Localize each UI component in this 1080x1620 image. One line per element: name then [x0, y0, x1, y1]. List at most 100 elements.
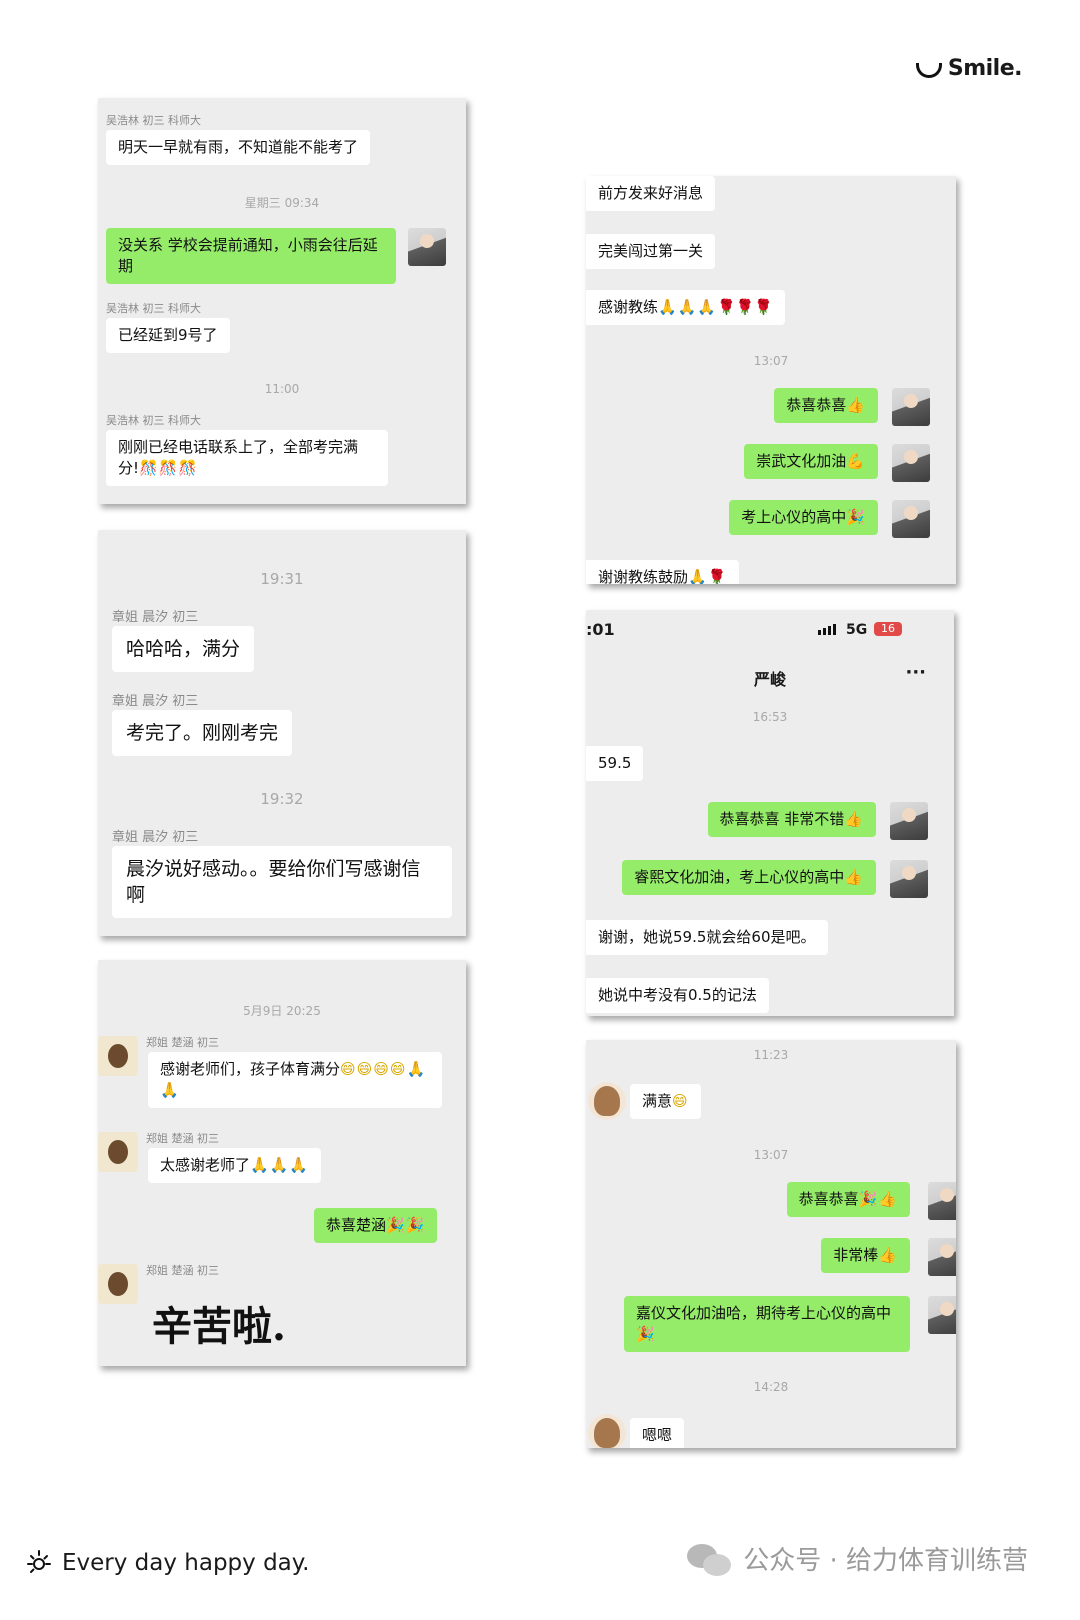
battery-level: 16 — [881, 622, 895, 635]
footer-tagline: Every day happy day. — [24, 1548, 309, 1578]
message-text: 满意 — [642, 1092, 673, 1110]
tagline-text: Every day happy day. — [62, 1550, 310, 1576]
sender-name: 郑姐 楚涵 初三 — [146, 1264, 219, 1277]
avatar — [928, 1182, 956, 1220]
avatar — [890, 802, 928, 840]
smile-emoji-icon: 😄 — [672, 1092, 689, 1110]
message-text: 恭喜恭喜 — [798, 1190, 859, 1208]
timestamp: 13:07 — [753, 354, 789, 368]
sun-icon — [27, 1550, 51, 1573]
timestamp: 14:28 — [753, 1380, 789, 1394]
message-bubble[interactable]: 恭喜恭喜 非常不错👍 — [707, 802, 876, 837]
signal-bars-icon — [818, 624, 836, 635]
timestamp: 星期三 09:34 — [244, 196, 320, 210]
sender-name: 郑姐 楚涵 初三 — [146, 1036, 219, 1049]
avatar — [928, 1296, 956, 1334]
avatar — [408, 228, 446, 266]
timestamp: 5月9日 20:25 — [243, 1004, 321, 1018]
message-text: 太感谢老师了 — [160, 1156, 251, 1174]
message-bubble[interactable]: 刚刚已经电话联系上了，全部考完满分!🎊🎊🎊 — [106, 430, 388, 486]
timestamp: 19:31 — [260, 570, 304, 588]
avatar — [892, 500, 930, 538]
avatar — [98, 1036, 138, 1076]
message-text: 感谢教练 — [598, 298, 659, 316]
message-text: 恭喜楚涵 — [326, 1216, 387, 1234]
message-bubble[interactable]: 59.5 — [586, 746, 644, 781]
message-bubble[interactable]: 考上心仪的高中🎉 — [729, 500, 878, 535]
message-text: 嘉仪文化加油哈，期待考上心仪的高中 — [636, 1304, 892, 1322]
timestamp: 16:53 — [752, 710, 788, 724]
network-label: 5G — [846, 622, 868, 638]
message-bubble[interactable]: 谢谢，她说59.5就会给60是吧。 — [586, 920, 828, 955]
chat-card-4: 前方发来好消息 完美闯过第一关 感谢教练🙏🙏🙏🌹🌹🌹 13:07 恭喜恭喜👍 崇… — [586, 176, 956, 584]
message-bubble[interactable]: 恭喜恭喜👍 — [774, 388, 878, 423]
message-bubble[interactable]: 已经延到9号了 — [106, 318, 230, 353]
sender-name: 章姐 晨汐 初三 — [112, 694, 199, 709]
wechat-icon — [687, 1542, 733, 1576]
thumbs-up-icon: 👍 — [844, 868, 864, 886]
message-bubble[interactable]: 太感谢老师了🙏🙏🙏 — [148, 1148, 322, 1183]
chat-card-5: :01 5G 16 严峻 ··· 16:53 59.5 恭喜恭喜 非常不错👍 睿… — [586, 610, 954, 1016]
timestamp: 11:00 — [264, 382, 300, 396]
battery-icon: 16 — [874, 622, 902, 636]
message-bubble[interactable]: 非常棒👍 — [821, 1238, 910, 1273]
message-text: 恭喜恭喜 非常不错 — [719, 810, 845, 828]
message-bubble[interactable]: 感谢教练🙏🙏🙏🌹🌹🌹 — [586, 290, 786, 325]
sender-name: 吴浩林 初三 科师大 — [106, 414, 201, 427]
pray-emoji-icon: 🙏🙏🙏 — [250, 1156, 310, 1174]
wechat-watermark: 公众号 · 给力体育训练营 — [687, 1540, 1028, 1577]
sender-name: 吴浩林 初三 科师大 — [106, 114, 201, 127]
message-text: 崇武文化加油 — [756, 452, 847, 470]
message-text: 感谢老师们，孩子体育满分 — [160, 1060, 341, 1078]
avatar — [588, 1082, 626, 1120]
avatar — [928, 1238, 956, 1276]
message-bubble[interactable]: 她说中考没有0.5的记法 — [586, 978, 769, 1013]
party-emoji-icon: 🎉🎉 — [386, 1216, 426, 1234]
status-clock: :01 — [586, 620, 615, 639]
thumbs-up-icon: 👍 — [846, 396, 866, 414]
message-bubble[interactable]: 恭喜楚涵🎉🎉 — [314, 1208, 438, 1243]
message-text: 谢谢教练鼓励 — [598, 568, 689, 584]
avatar — [892, 444, 930, 482]
avatar — [98, 1264, 138, 1304]
thumbs-up-icon: 👍 — [878, 1246, 898, 1264]
message-bubble[interactable]: 感谢老师们，孩子体育满分😄😄😄😄🙏🙏 — [148, 1052, 442, 1108]
message-bubble[interactable]: 嗯嗯 — [630, 1418, 685, 1448]
timestamp: 11:23 — [753, 1048, 789, 1062]
rose-emoji-icon: 🌹🌹🌹 — [717, 298, 774, 316]
message-bubble[interactable]: 睿熙文化加油，考上心仪的高中👍 — [622, 860, 876, 895]
party-emoji-icon: 🎉 — [636, 1325, 656, 1343]
timestamp: 19:32 — [260, 790, 304, 808]
brand-name: Smile. — [947, 56, 1023, 81]
message-text: 恭喜恭喜 — [786, 396, 847, 414]
timestamp: 13:07 — [753, 1148, 789, 1162]
pray-rose-emoji-icon: 🙏🌹 — [688, 568, 728, 584]
message-bubble[interactable]: 考完了。刚刚考完 — [112, 710, 293, 756]
avatar — [890, 860, 928, 898]
sender-name: 吴浩林 初三 科师大 — [106, 302, 201, 315]
more-options-icon[interactable]: ··· — [905, 662, 926, 683]
pray-emoji-icon: 🙏🙏🙏 — [658, 298, 718, 316]
fireworks-emoji-icon: 🎊🎊🎊 — [139, 459, 199, 477]
message-bubble[interactable]: 嘉仪文化加油哈，期待考上心仪的高中 🎉 — [624, 1296, 910, 1352]
message-bubble[interactable]: 崇武文化加油💪 — [744, 444, 878, 479]
chat-card-2: 19:31 章姐 晨汐 初三 哈哈哈，满分 章姐 晨汐 初三 考完了。刚刚考完 … — [98, 530, 466, 936]
message-bubble[interactable]: 谢谢教练鼓励🙏🌹 — [586, 560, 740, 584]
watermark-text: 公众号 · 给力体育训练营 — [743, 1546, 1028, 1576]
avatar — [98, 1132, 138, 1172]
handwritten-sticker: 辛苦啦. — [152, 1303, 286, 1350]
message-bubble[interactable]: 明天一早就有雨，不知道能不能考了 — [106, 130, 371, 165]
message-bubble[interactable]: 晨汐说好感动。。要给你们写感谢信啊 — [112, 846, 452, 918]
message-bubble[interactable]: 前方发来好消息 — [586, 176, 716, 211]
avatar — [588, 1414, 626, 1448]
message-bubble[interactable]: 恭喜恭喜🎉👍 — [786, 1182, 910, 1217]
message-bubble[interactable]: 哈哈哈，满分 — [112, 626, 255, 672]
chat-card-6: 11:23 满意😄 13:07 恭喜恭喜🎉👍 非常棒👍 嘉仪文化加油哈，期待考上… — [586, 1040, 956, 1448]
message-text: 考上心仪的高中 — [741, 508, 847, 526]
thumbs-up-icon: 👍 — [844, 810, 864, 828]
sender-name: 章姐 晨汐 初三 — [112, 610, 199, 625]
message-bubble[interactable]: 满意😄 — [630, 1084, 701, 1119]
message-bubble[interactable]: 没关系 学校会提前通知，小雨会往后延期 — [106, 228, 396, 284]
message-bubble[interactable]: 完美闯过第一关 — [586, 234, 716, 269]
flex-emoji-icon: 💪 — [846, 452, 866, 470]
